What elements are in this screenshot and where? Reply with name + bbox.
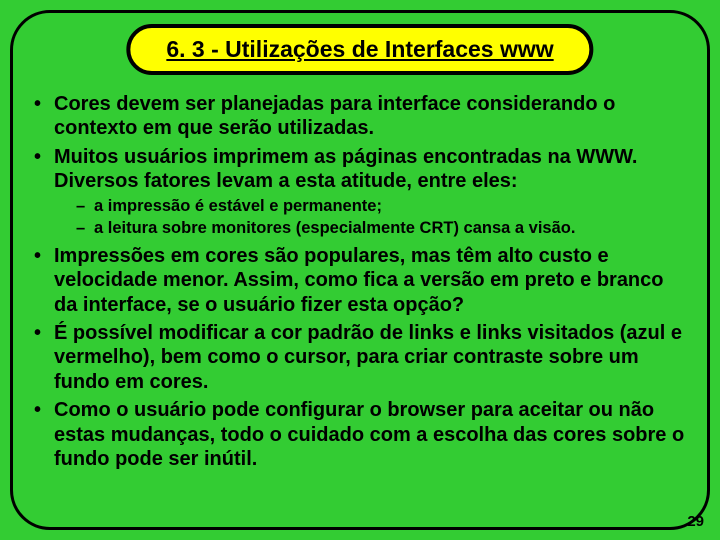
sub-list-item: a impressão é estável e permanente; [54,196,692,216]
bullet-text: É possível modificar a cor padrão de lin… [54,322,682,393]
list-item: Cores devem ser planejadas para interfac… [28,92,692,141]
sub-bullet-text: a leitura sobre monitores (especialmente… [94,219,575,237]
list-item: Muitos usuários imprimem as páginas enco… [28,145,692,238]
sub-bullet-text: a impressão é estável e permanente; [94,197,382,215]
bullet-text: Impressões em cores são populares, mas t… [54,245,664,316]
list-item: É possível modificar a cor padrão de lin… [28,321,692,394]
slide-content: Cores devem ser planejadas para interfac… [28,92,692,475]
bullet-text: Muitos usuários imprimem as páginas enco… [54,146,637,192]
list-item: Impressões em cores são populares, mas t… [28,244,692,317]
bullet-text: Cores devem ser planejadas para interfac… [54,93,615,139]
sub-bullet-list: a impressão é estável e permanente; a le… [54,196,692,238]
sub-list-item: a leitura sobre monitores (especialmente… [54,218,692,238]
list-item: Como o usuário pode configurar o browser… [28,398,692,471]
slide-title: 6. 3 - Utilizações de Interfaces www [126,24,593,75]
bullet-list: Cores devem ser planejadas para interfac… [28,92,692,471]
bullet-text: Como o usuário pode configurar o browser… [54,399,684,470]
page-number: 29 [687,513,704,530]
